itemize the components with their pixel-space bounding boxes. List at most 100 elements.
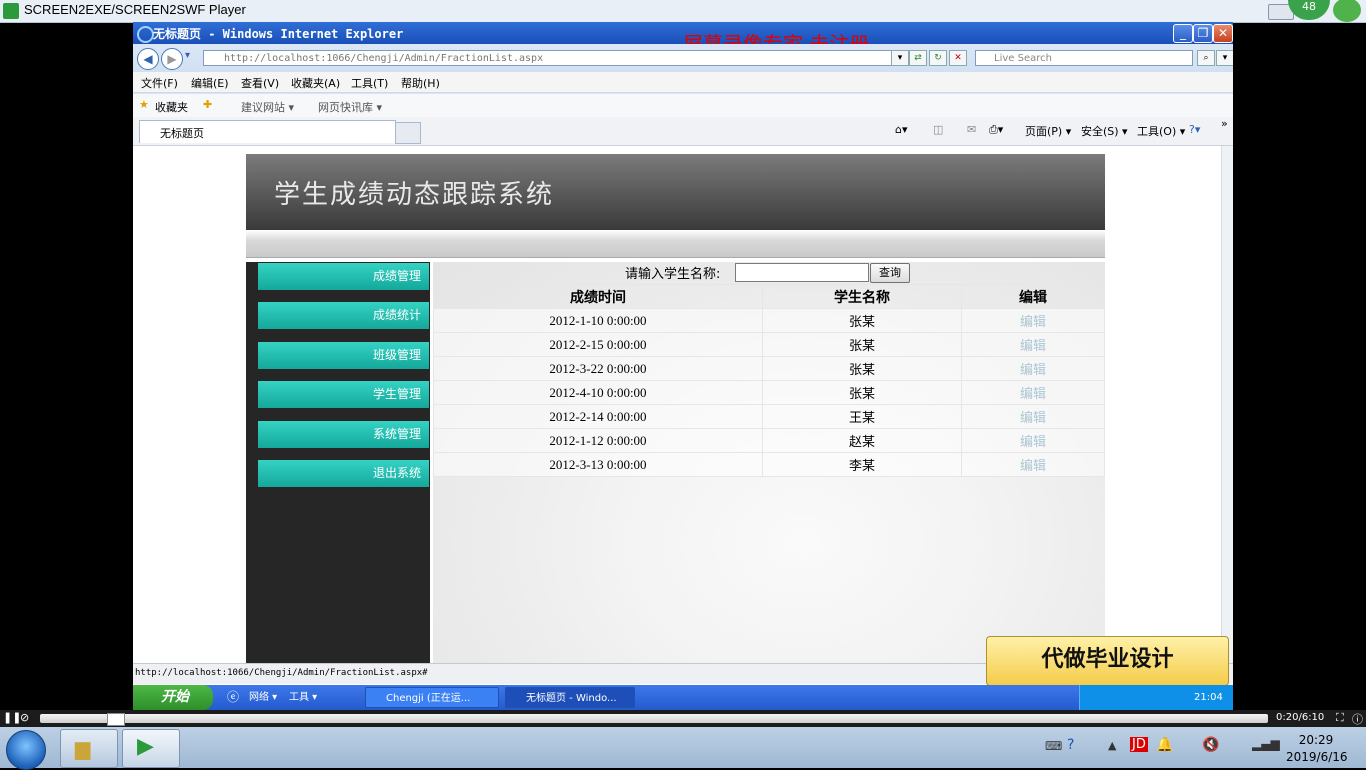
xp-clock: 21:04: [1194, 692, 1223, 703]
fullscreen-icon[interactable]: ⛶: [1336, 711, 1344, 725]
player-controls: ❚❚ ⊘ 0:20/6:10 ⛶ ⓘ: [0, 710, 1366, 727]
chevron-icon[interactable]: »: [1221, 117, 1228, 130]
menu-view[interactable]: 查看(V): [241, 75, 279, 91]
help-icon[interactable]: ?▾: [1189, 123, 1200, 136]
history-dropdown-icon[interactable]: ▾: [185, 50, 190, 61]
search-go-icon[interactable]: ⌕: [1197, 50, 1215, 66]
tab-title: 无标题页: [160, 127, 204, 140]
stop-icon[interactable]: ✕: [949, 50, 967, 66]
refresh-icon[interactable]: ↻: [929, 50, 947, 66]
options-icon[interactable]: ⊘: [20, 711, 29, 724]
menu-tools[interactable]: 工具(T): [351, 75, 388, 91]
sidebar-item-score-stats[interactable]: 成绩统计: [258, 302, 429, 329]
player-close-button[interactable]: [1333, 0, 1361, 22]
cell-name: 张某: [762, 356, 962, 381]
cell-name: 赵某: [762, 428, 962, 453]
cell-time: 2012-2-14 0:00:00: [433, 404, 763, 429]
sidebar-item-system-manage[interactable]: 系统管理: [258, 421, 429, 448]
ie-close-button[interactable]: ✕: [1213, 24, 1233, 43]
back-icon[interactable]: ◀: [137, 48, 159, 70]
edit-link[interactable]: 编辑: [961, 380, 1105, 405]
student-name-input[interactable]: [735, 263, 869, 282]
menu-favorites[interactable]: 收藏夹(A): [291, 75, 340, 91]
favorites-button[interactable]: 收藏夹: [155, 99, 188, 115]
win7-start-orb[interactable]: [6, 730, 46, 770]
show-hidden-icons[interactable]: ▲: [1108, 739, 1116, 752]
info-icon[interactable]: ⓘ: [1352, 711, 1363, 727]
sidebar-item-score-manage[interactable]: 成绩管理: [258, 263, 429, 290]
home-icon[interactable]: ⌂▾: [895, 123, 908, 136]
cell-name: 王某: [762, 404, 962, 429]
table-row: 2012-2-14 0:00:00 王某 编辑: [433, 404, 1105, 429]
ie-minimize-button[interactable]: _: [1173, 24, 1193, 43]
edit-link[interactable]: 编辑: [961, 428, 1105, 453]
app-banner: 学生成绩动态跟踪系统: [246, 154, 1105, 230]
search-options-icon[interactable]: ▾: [1216, 50, 1233, 66]
edit-link[interactable]: 编辑: [961, 404, 1105, 429]
xp-task-chengji[interactable]: Chengji (正在运...: [365, 687, 499, 708]
xp-task-ie[interactable]: 无标题页 - Windo...: [505, 687, 635, 708]
jd-icon[interactable]: JD: [1130, 737, 1148, 752]
cell-time: 2012-3-22 0:00:00: [433, 356, 763, 381]
page-menu[interactable]: 页面(P) ▾: [1025, 123, 1071, 139]
cell-name: 张某: [762, 332, 962, 357]
xp-taskbar: 开始 ⓔ 网络 ▾ 工具 ▾ Chengji (正在运... 无标题页 - Wi…: [133, 685, 1233, 710]
search-input[interactable]: Live Search: [975, 50, 1193, 66]
keyboard-icon[interactable]: ⌨: [1045, 739, 1062, 753]
tab-bar: 无标题页 ⌂▾ ◫ ✉ ⎙▾ 页面(P) ▾ 安全(S) ▾ 工具(O) ▾ ?…: [133, 117, 1233, 146]
help-tray-icon[interactable]: ?: [1067, 737, 1074, 753]
tab-current[interactable]: 无标题页: [139, 120, 396, 143]
pause-icon[interactable]: ❚❚: [3, 711, 21, 724]
sidebar-item-logout[interactable]: 退出系统: [258, 460, 429, 487]
cell-time: 2012-1-10 0:00:00: [433, 308, 763, 333]
address-input[interactable]: http://localhost:1066/Chengji/Admin/Frac…: [203, 50, 900, 66]
menu-help[interactable]: 帮助(H): [401, 75, 440, 91]
search-label: 请输入学生名称:: [625, 267, 721, 282]
safety-menu[interactable]: 安全(S) ▾: [1081, 123, 1128, 139]
main-area: 请输入学生名称: 查询 成绩时间 学生名称 编辑 2012-1-10 0:00:…: [433, 262, 1105, 663]
ie-restore-button[interactable]: ❐: [1193, 24, 1213, 43]
player-badge: 48: [1288, 0, 1330, 20]
new-tab-button[interactable]: [395, 122, 421, 144]
volume-icon[interactable]: 🔇: [1202, 737, 1219, 753]
address-dropdown-icon[interactable]: ▾: [891, 50, 909, 66]
score-table: 成绩时间 学生名称 编辑 2012-1-10 0:00:00 张某 编辑 201…: [433, 284, 1105, 477]
win7-clock[interactable]: 20:29 2019/6/16: [1286, 732, 1348, 766]
edit-link[interactable]: 编辑: [961, 452, 1105, 477]
suggested-sites-link[interactable]: 建议网站 ▾: [241, 99, 294, 115]
sidebar-item-class-manage[interactable]: 班级管理: [258, 342, 429, 369]
sidebar-item-student-manage[interactable]: 学生管理: [258, 381, 429, 408]
ie-quicklaunch-icon[interactable]: ⓔ: [227, 688, 239, 705]
edit-link[interactable]: 编辑: [961, 356, 1105, 381]
player-taskbar-button[interactable]: ▶: [122, 729, 180, 768]
explorer-taskbar-button[interactable]: ▆: [60, 729, 118, 768]
notification-icon[interactable]: 🔔: [1156, 737, 1173, 753]
vertical-scrollbar[interactable]: [1221, 146, 1233, 663]
player-title-bar: SCREEN2EXE/SCREEN2SWF Player 48: [0, 0, 1366, 23]
edit-link[interactable]: 编辑: [961, 332, 1105, 357]
add-favorite-icon[interactable]: ✚: [203, 98, 212, 111]
progress-bar[interactable]: [40, 714, 1268, 723]
xp-tools-menu[interactable]: 工具 ▾: [289, 688, 317, 707]
cell-name: 李某: [762, 452, 962, 477]
query-button[interactable]: 查询: [870, 263, 910, 283]
menu-edit[interactable]: 编辑(E): [191, 75, 229, 91]
table-row: 2012-3-22 0:00:00 张某 编辑: [433, 356, 1105, 381]
xp-net-menu[interactable]: 网络 ▾: [249, 688, 277, 707]
progress-thumb[interactable]: [107, 713, 125, 726]
ie-window: 无标题页 - Windows Internet Explorer 屏幕录像专家 …: [133, 22, 1233, 710]
print-icon[interactable]: ⎙▾: [989, 123, 1003, 137]
xp-start-button[interactable]: 开始: [133, 685, 213, 710]
ie-logo-icon: [137, 26, 154, 43]
mail-icon[interactable]: ✉: [967, 123, 976, 136]
web-slices-link[interactable]: 网页快讯库 ▾: [318, 99, 382, 115]
edit-link[interactable]: 编辑: [961, 308, 1105, 333]
tools-menu[interactable]: 工具(O) ▾: [1137, 123, 1185, 139]
network-icon[interactable]: ▂▄▆: [1252, 737, 1280, 751]
forward-icon[interactable]: ▶: [161, 48, 183, 70]
table-header-row: 成绩时间 学生名称 编辑: [433, 284, 1105, 309]
feeds-icon[interactable]: ◫: [933, 123, 943, 136]
compat-icon[interactable]: ⇄: [909, 50, 927, 66]
menu-file[interactable]: 文件(F): [141, 75, 178, 91]
menu-bar: 文件(F) 编辑(E) 查看(V) 收藏夹(A) 工具(T) 帮助(H): [133, 72, 1233, 92]
